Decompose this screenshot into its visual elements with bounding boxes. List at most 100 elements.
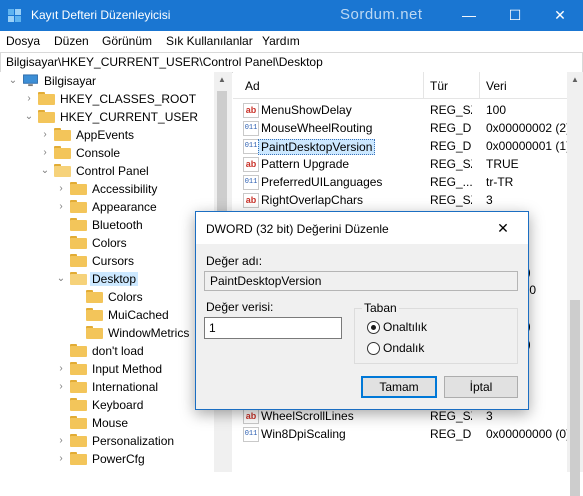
tree-item-label: Bluetooth (92, 218, 143, 232)
minimize-button[interactable]: — (446, 0, 492, 31)
column-divider[interactable] (479, 72, 480, 98)
tree-item[interactable]: › Input Method (0, 360, 214, 378)
tree-item[interactable]: Colors (0, 234, 214, 252)
expand-chevron-icon[interactable]: › (56, 201, 66, 213)
column-header-name[interactable]: Ad (245, 79, 260, 93)
column-header-data[interactable]: Veri (486, 79, 507, 93)
expand-chevron-icon[interactable]: › (24, 93, 34, 105)
maximize-button[interactable]: ☐ (492, 0, 538, 31)
folder-icon (54, 128, 71, 141)
expand-chevron-icon[interactable]: › (40, 129, 50, 141)
scroll-up-arrow-icon[interactable]: ▲ (567, 72, 583, 88)
value-row[interactable]: abRightOverlapChars REG_SZ 3 (233, 191, 567, 209)
expand-chevron-icon[interactable] (72, 291, 82, 303)
folder-icon (70, 200, 87, 213)
tree-item[interactable]: MuiCached (0, 306, 214, 324)
value-data: 3 (486, 409, 493, 423)
expand-chevron-icon[interactable] (56, 399, 66, 411)
hexadecimal-radio[interactable] (367, 321, 380, 334)
menu-dosya[interactable]: Dosya (6, 34, 40, 48)
value-row[interactable]: 011PaintDesktopVersion REG_D... 0x00000001… (233, 137, 567, 155)
expand-chevron-icon[interactable] (56, 219, 66, 231)
expand-chevron-icon[interactable]: › (56, 183, 66, 195)
expand-chevron-icon[interactable] (72, 309, 82, 321)
close-button[interactable]: ✕ (537, 0, 583, 31)
column-header-type[interactable]: Tür (430, 79, 448, 93)
value-data: 0x00000000 (0) (486, 427, 567, 441)
tree-item[interactable]: › International (0, 378, 214, 396)
ok-button[interactable]: Tamam (361, 376, 437, 398)
expand-chevron-icon[interactable] (56, 255, 66, 267)
expand-chevron-icon[interactable] (56, 237, 66, 249)
expand-chevron-icon[interactable]: ⌄ (8, 75, 18, 87)
menu-sik-kullanilanlar[interactable]: Sık Kullanılanlar (166, 34, 253, 48)
registry-editor-icon (8, 9, 21, 22)
tree-item[interactable]: › HKEY_CLASSES_ROOT (0, 90, 214, 108)
tree-item[interactable]: ⌄ HKEY_CURRENT_USER (0, 108, 214, 126)
expand-chevron-icon[interactable] (56, 345, 66, 357)
expand-chevron-icon[interactable] (72, 327, 82, 339)
scroll-thumb[interactable] (570, 300, 580, 496)
decimal-radio[interactable] (367, 342, 380, 355)
tree-item[interactable]: ⌄ Control Panel (0, 162, 214, 180)
tree-item[interactable]: Bluetooth (0, 216, 214, 234)
tree-item-label: Accessibility (92, 182, 158, 196)
value-row[interactable]: 011MouseWheelRouting REG_D... 0x00000002 (… (233, 119, 567, 137)
value-row[interactable]: abMenuShowDelay REG_SZ 100 (233, 101, 567, 119)
string-value-icon: ab (243, 103, 259, 118)
base-group-label: Taban (362, 301, 399, 315)
value-type: REG_D... (430, 427, 472, 441)
decimal-label[interactable]: Ondalık (383, 341, 424, 355)
hexadecimal-label[interactable]: Onaltılık (383, 320, 427, 334)
edit-dword-dialog: DWORD (32 bit) Değerini Düzenle ✕ Değer … (195, 211, 529, 410)
dialog-close-button[interactable]: ✕ (488, 218, 518, 238)
tree-item[interactable]: Colors (0, 288, 214, 306)
cancel-button[interactable]: İptal (444, 376, 518, 398)
tree-item[interactable]: Keyboard (0, 396, 214, 414)
tree-item[interactable]: WindowMetrics (0, 324, 214, 342)
value-row[interactable]: abPattern Upgrade REG_SZ TRUE (233, 155, 567, 173)
value-row[interactable]: 011Win8DpiScaling REG_D... 0x00000000 (0) (233, 425, 567, 443)
tree-item[interactable]: Mouse (0, 414, 214, 432)
tree-item[interactable]: › Console (0, 144, 214, 162)
tree-item-label: Console (76, 146, 121, 160)
dialog-title: DWORD (32 bit) Değerini Düzenle (206, 222, 389, 236)
tree-item[interactable]: › Accessibility (0, 180, 214, 198)
expand-chevron-icon[interactable]: ⌄ (40, 165, 50, 177)
expand-chevron-icon[interactable]: ⌄ (56, 273, 66, 285)
value-name: MouseWheelRouting (261, 121, 373, 135)
value-name-label: Değer adı: (206, 254, 263, 268)
expand-chevron-icon[interactable]: › (56, 453, 66, 465)
folder-icon (86, 308, 103, 321)
value-data: 100 (486, 103, 507, 117)
menu-duzen[interactable]: Düzen (54, 34, 89, 48)
menu-yardim[interactable]: Yardım (262, 34, 300, 48)
binary-value-icon: 011 (243, 175, 259, 190)
address-bar[interactable]: Bilgisayar\HKEY_CURRENT_USER\Control Pan… (0, 52, 583, 73)
tree-item-label: HKEY_CURRENT_USER (60, 110, 199, 124)
tree-item-label: Control Panel (76, 164, 149, 178)
column-divider[interactable] (423, 72, 424, 98)
tree-item[interactable]: › Appearance (0, 198, 214, 216)
folder-icon (70, 218, 87, 231)
value-data-text: 1 (209, 321, 216, 335)
expand-chevron-icon[interactable]: › (56, 363, 66, 375)
value-data-input[interactable]: 1 (204, 317, 342, 339)
list-scrollbar[interactable]: ▲ (567, 72, 583, 496)
tree-item[interactable]: Cursors (0, 252, 214, 270)
tree-item[interactable]: don't load (0, 342, 214, 360)
value-row[interactable]: 011 PreferredUILanguages REG_... tr-TR (233, 173, 567, 191)
tree-item[interactable]: ⌄ Bilgisayar (0, 72, 214, 90)
expand-chevron-icon[interactable]: › (56, 435, 66, 447)
tree-item[interactable]: › AppEvents (0, 126, 214, 144)
tree-item[interactable]: ⌄ Desktop (0, 270, 214, 288)
folder-icon (70, 236, 87, 249)
string-value-icon: ab (243, 157, 259, 172)
expand-chevron-icon[interactable]: ⌄ (24, 111, 34, 123)
expand-chevron-icon[interactable]: › (56, 381, 66, 393)
expand-chevron-icon[interactable]: › (40, 147, 50, 159)
tree-item[interactable]: › Personalization (0, 432, 214, 450)
tree-item[interactable]: › PowerCfg (0, 450, 214, 468)
expand-chevron-icon[interactable] (56, 417, 66, 429)
menu-gorunum[interactable]: Görünüm (102, 34, 152, 48)
